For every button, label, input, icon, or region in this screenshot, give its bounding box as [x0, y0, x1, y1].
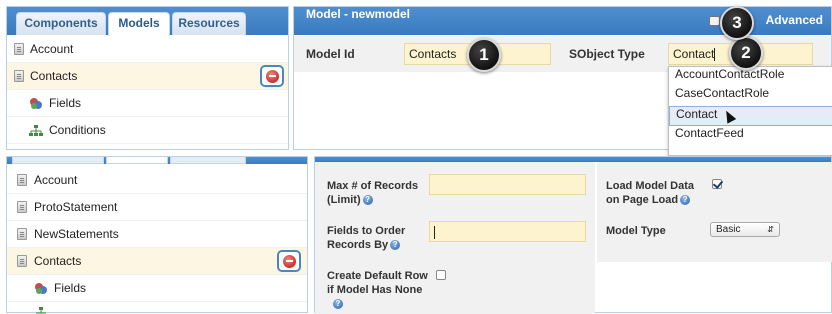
advanced-toggle[interactable]: Advanced: [766, 13, 823, 29]
load-model-data-label: Load Model Data on Page Load?: [606, 180, 695, 206]
remove-icon[interactable]: [277, 250, 301, 272]
tree-item-newstatements[interactable]: NewStatements: [7, 221, 307, 248]
tab-bar: Components Models Resources: [7, 7, 288, 36]
model-settings-panel: Max # of Records (Limit)? Fields to Orde…: [314, 156, 832, 314]
sobject-type-value: Contact: [673, 47, 715, 61]
sobject-type-label: SObject Type: [569, 47, 645, 61]
tree-item-label: Fields: [54, 281, 87, 295]
model-id-label: Model Id: [306, 47, 355, 61]
help-icon[interactable]: ?: [680, 195, 691, 206]
tab-components[interactable]: Components: [16, 12, 106, 35]
tree-item-label: Account: [30, 42, 74, 56]
help-icon[interactable]: ?: [362, 195, 373, 206]
remove-icon[interactable]: [260, 65, 284, 87]
tree-item-label: Fields: [49, 96, 82, 110]
callout-number: 1: [467, 38, 501, 72]
model-type-value: Basic: [716, 224, 741, 235]
tree-item-label: Contacts: [30, 69, 78, 83]
dropdown-option[interactable]: ContactFeed: [669, 126, 832, 146]
tab-resources[interactable]: Resources: [172, 12, 246, 35]
tree-item-protostatement[interactable]: ProtoStatement: [7, 194, 307, 221]
tab-models[interactable]: Models: [108, 12, 170, 36]
create-default-row-label: Create Default Row if Model Has None ?: [327, 270, 428, 310]
document-icon: [14, 43, 24, 55]
select-arrows-icon: ⇵: [767, 225, 774, 234]
tree-item-label: ProtoStatement: [34, 200, 118, 214]
tree-item-label: Contacts: [34, 254, 82, 268]
dropdown-option-selected[interactable]: Contact: [669, 106, 832, 126]
help-icon[interactable]: ?: [333, 299, 343, 310]
top-component-tree-panel: Components Models Resources Account Cont…: [6, 6, 289, 150]
model-type-select[interactable]: Basic ⇵: [710, 222, 780, 237]
tree-item-fields[interactable]: Fields: [7, 90, 288, 117]
tree-item-account[interactable]: Account: [7, 36, 288, 63]
document-icon: [17, 228, 27, 240]
max-records-input[interactable]: [429, 174, 586, 195]
fields-icon: [35, 283, 47, 294]
tree-item-account[interactable]: Account: [7, 167, 307, 194]
sobject-dropdown: AccountContactRole CaseContactRole Conta…: [668, 66, 832, 156]
advanced-checkbox[interactable]: [709, 16, 720, 26]
create-default-row-checkbox[interactable]: [436, 270, 446, 280]
load-model-data-checkbox[interactable]: [712, 179, 722, 189]
document-icon: [17, 174, 27, 186]
dropdown-option[interactable]: CaseContactRole: [669, 86, 832, 106]
max-records-label: Max # of Records (Limit)?: [327, 180, 419, 206]
callout-number: 3: [720, 6, 754, 40]
fields-icon: [30, 98, 42, 109]
tree-item-fields[interactable]: Fields: [7, 275, 307, 302]
bottom-component-tree-panel: Account ProtoStatement NewStatements Con…: [6, 156, 308, 314]
model-type-label: Model Type: [606, 225, 666, 237]
panel-title: Model - newmodel: [306, 7, 411, 21]
tab-bar-fragment: [7, 157, 307, 164]
settings-column-right: [597, 162, 832, 262]
document-icon: [14, 70, 24, 82]
callout-number: 2: [729, 36, 763, 70]
tree-item-label: NewStatements: [34, 227, 119, 241]
fields-to-order-label: Fields to Order Records By?: [327, 225, 406, 251]
tree-item-contacts[interactable]: Contacts: [7, 63, 288, 90]
help-icon[interactable]: ?: [390, 240, 401, 251]
tree-item-label: Conditions: [49, 123, 106, 137]
fields-to-order-input[interactable]: [429, 221, 586, 242]
conditions-icon: [29, 125, 43, 136]
document-icon: [17, 255, 27, 267]
document-icon: [17, 201, 27, 213]
dropdown-option[interactable]: AccountContactRole: [669, 67, 832, 87]
tree-item-contacts[interactable]: Contacts: [7, 248, 307, 275]
tree-item-label: Account: [34, 173, 78, 187]
tree-item-conditions[interactable]: Conditions: [7, 117, 288, 144]
